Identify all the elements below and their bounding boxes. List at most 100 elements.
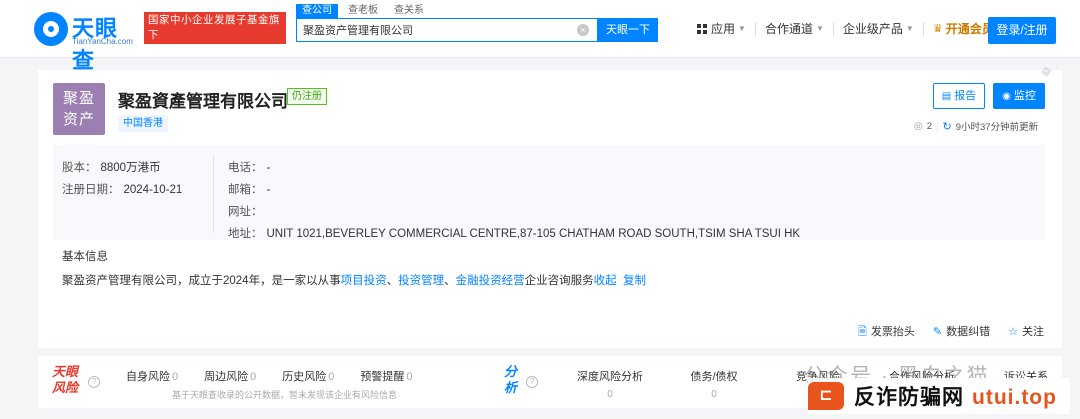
data-correction-button[interactable]: ✎ 数据纠错 — [933, 323, 990, 342]
risk-item-self[interactable]: 自身风险 0 — [126, 368, 178, 384]
update-time: 9小时37分钟前更新 — [955, 122, 1039, 133]
monitor-button-label: 监控 — [1013, 90, 1036, 102]
site-logo[interactable]: 天眼查 TianYanCha.com — [34, 9, 138, 73]
main-nav: 应用 ▼ 合作通道 ▼ 企业级产品 ▼ ♛ 开通会员 ▼ — [688, 22, 1014, 36]
risk-item-surrounding[interactable]: 周边风险 0 — [204, 368, 256, 384]
email-row: 邮箱： - — [228, 179, 800, 201]
eye-logo-icon — [34, 12, 68, 46]
risk-item-label: 周边风险 — [204, 371, 249, 383]
desc-link-investment-management[interactable]: 投资管理 — [398, 275, 444, 287]
chevron-down-icon: ▼ — [815, 24, 824, 33]
nav-enterprise-label: 企业级产品 — [842, 22, 903, 36]
website-label: 网址： — [228, 206, 263, 218]
nav-enterprise[interactable]: 企业级产品 ▼ — [834, 22, 924, 36]
reg-date-value: 2024-10-21 — [123, 184, 183, 196]
company-name: 聚盈資產管理有限公司 — [118, 92, 288, 111]
monitor-icon: ◉ — [1002, 91, 1011, 102]
company-card: 聚盈 资产 聚盈資產管理有限公司 仍注册 中国香港 ▤ 报告 ◉ 监控 ◎ 2 | … — [38, 70, 1062, 348]
analysis-item-count: 0 — [607, 389, 613, 400]
logo-domain: TianYanCha.com — [72, 37, 133, 46]
tab-search-company[interactable]: 查公司 — [296, 4, 338, 18]
contact-info-box: 股本： 8800万港币 注册日期： 2024-10-21 电话： - 邮箱： - 网址：… — [53, 145, 1045, 240]
analysis-item-label: 债务/债权 — [690, 371, 738, 383]
tianyan-risk-logo: 天眼 风险 — [52, 364, 82, 396]
nav-apps[interactable]: 应用 ▼ — [688, 22, 756, 36]
invoice-label: 发票抬头 — [870, 326, 915, 338]
info-icon[interactable]: ? — [88, 376, 100, 388]
tab-search-relation[interactable]: 查关系 — [388, 4, 430, 18]
risk-items: 自身风险 0 周边风险 0 历史风险 0 预警提醒 0 — [126, 368, 439, 384]
top-header: 天眼查 TianYanCha.com 国家中小企业发展子基金旗下 官方备案企业征… — [0, 0, 1080, 73]
watermark-site-name: 反诈防骗网 — [854, 386, 964, 409]
search-button[interactable]: 天眼一下 — [598, 18, 658, 42]
capital-row: 股本： 8800万港币 — [62, 157, 182, 179]
analysis-item-debt[interactable]: 债务/债权 0 — [662, 368, 766, 400]
search-box: × — [296, 18, 598, 42]
official-badge: 国家中小企业发展子基金旗下 官方备案企业征信机构 — [144, 12, 286, 56]
badge-line-2: 官方备案企业征信机构 — [148, 44, 258, 56]
desc-prefix: 聚盈资产管理有限公司，成立于2024年，是一家以从事 — [62, 275, 341, 287]
star-icon: ☆ — [1008, 326, 1018, 338]
risk-item-count: 0 — [250, 371, 257, 383]
risk-note: 基于天眼查收录的公开数据，暂未发现该企业有风险信息 — [172, 390, 398, 400]
correction-label: 数据纠错 — [946, 326, 991, 338]
search-input[interactable] — [297, 19, 567, 41]
basic-info-title: 基本信息 — [62, 251, 108, 263]
report-icon: ▤ — [941, 91, 952, 102]
edit-icon: ✎ — [932, 326, 943, 338]
desc-link-financial-investment[interactable]: 金融投资经营 — [456, 275, 525, 287]
watermark-banner: ⊏ 反诈防骗网 utui.top — [808, 378, 1070, 414]
watermark-domain: utui.top — [972, 386, 1057, 409]
divider: | — [936, 120, 939, 132]
capital-value: 8800万港币 — [100, 162, 161, 174]
risk-item-label: 自身风险 — [126, 371, 170, 383]
collapse-link[interactable]: 收起 — [594, 275, 617, 287]
analysis-item-deep-risk[interactable]: 深度风险分析 0 — [558, 368, 662, 400]
crown-icon: ♛ — [932, 23, 943, 35]
fraud-site-logo-icon: ⊏ — [808, 382, 844, 410]
nav-partners[interactable]: 合作通道 ▼ — [756, 22, 834, 36]
card-actions: 🗎 发票抬头 ✎ 数据纠错 ☆ 关注 — [858, 323, 1044, 342]
desc-suffix: 企业咨询服务 — [524, 275, 594, 287]
risk-item-count: 0 — [328, 371, 335, 383]
risk-item-history[interactable]: 历史风险 0 — [282, 368, 334, 384]
follow-label: 关注 — [1022, 326, 1044, 338]
grid-icon — [697, 24, 707, 34]
company-logo-line-2: 资产 — [62, 111, 95, 128]
clear-icon[interactable]: × — [577, 24, 589, 36]
analysis-logo: 分 析 — [504, 364, 522, 396]
monitor-button[interactable]: ◉ 监控 — [993, 83, 1045, 109]
eye-icon: ◎ — [914, 120, 923, 132]
invoice-title-button[interactable]: 🗎 发票抬头 — [858, 323, 915, 342]
risk-item-warning[interactable]: 预警提醒 0 — [360, 368, 412, 384]
risk-logo-line-2: 风险 — [52, 380, 79, 395]
risk-item-label: 预警提醒 — [360, 371, 405, 383]
nav-partners-label: 合作通道 — [764, 22, 813, 36]
desc-link-project-investment[interactable]: 项目投资 — [341, 275, 387, 287]
search-tabs: 查公司 查老板 查关系 — [296, 4, 430, 18]
login-register-button[interactable]: 登录/注册 — [988, 17, 1056, 44]
chevron-down-icon: ▼ — [905, 24, 914, 33]
info-icon[interactable]: ? — [526, 376, 538, 388]
desc-separator: 、 — [386, 275, 399, 287]
risk-item-count: 0 — [172, 371, 179, 383]
refresh-icon[interactable]: ↻ — [943, 120, 952, 133]
phone-row: 电话： - — [228, 157, 800, 179]
region-tag: 中国香港 — [118, 115, 168, 132]
report-button[interactable]: ▤ 报告 — [933, 83, 985, 109]
follow-button[interactable]: ☆ 关注 — [1008, 323, 1044, 342]
view-count: 2 — [926, 120, 933, 132]
phone-value: - — [266, 162, 271, 174]
capital-info: 股本： 8800万港币 注册日期： 2024-10-21 — [62, 157, 182, 201]
risk-logo-line-1: 天眼 — [52, 364, 79, 379]
contact-info: 电话： - 邮箱： - 网址： 地址： UNIT 1021,BEVERLEY COMM… — [228, 157, 800, 245]
website-row: 网址： — [228, 201, 800, 223]
invoice-icon: 🗎 — [858, 326, 867, 338]
risk-item-label: 历史风险 — [282, 371, 327, 383]
risk-item-count: 0 — [406, 371, 413, 383]
tab-search-boss[interactable]: 查老板 — [342, 4, 384, 18]
analysis-item-label: 深度风险分析 — [577, 371, 643, 383]
chevron-down-icon: ▼ — [738, 24, 746, 33]
copy-link[interactable]: 复制 — [623, 275, 646, 287]
reg-date-row: 注册日期： 2024-10-21 — [62, 179, 182, 201]
